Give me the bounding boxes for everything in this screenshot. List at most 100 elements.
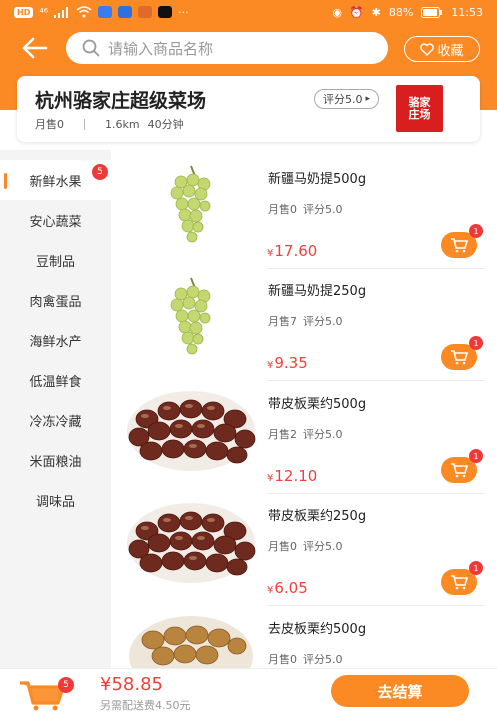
product-rating: 评分5.0 [303, 653, 343, 666]
store-rating-button[interactable]: 评分5.0 ▸ [314, 89, 380, 109]
cart-count-badge: 1 [469, 561, 483, 575]
product-rating: 评分5.0 [303, 315, 343, 328]
category-label: 豆制品 [35, 254, 75, 270]
wifi-icon [76, 6, 92, 18]
search-icon [82, 39, 100, 57]
product-meta: 月售0 评分5.0 [268, 538, 343, 554]
divider [84, 118, 85, 130]
product-sales: 月售0 [268, 653, 297, 666]
product-meta: 月售7 评分5.0 [268, 313, 343, 329]
store-distance: 1.6km [105, 117, 140, 131]
status-bar: HD ⁴⁶ ··· ◉ ⏰ ✱ 88% 11:53 [0, 0, 497, 24]
category-label: 肉禽蛋品 [29, 294, 82, 310]
product-item[interactable]: 新疆马奶提250g 月售7 评分5.0 ¥9.35 1 [111, 262, 497, 381]
cart-count-badge: 1 [469, 224, 483, 238]
bluetooth-icon: ✱ [371, 5, 381, 19]
product-rating: 评分5.0 [303, 428, 343, 441]
currency-symbol: ¥ [267, 585, 274, 596]
clock: 11:53 [451, 5, 483, 19]
nav-bar: 请输入商品名称 收藏 [0, 28, 497, 68]
chestnuts-image [127, 391, 256, 471]
cart-button[interactable]: 5 [18, 677, 74, 711]
grapes-image [170, 165, 211, 243]
category-item-frozen[interactable]: 冷冻冷藏 [0, 400, 111, 440]
add-to-cart-button[interactable]: 1 [441, 561, 483, 595]
currency-symbol: ¥ [267, 248, 274, 259]
signal-icon [54, 6, 69, 18]
category-label: 新鲜水果 [29, 174, 82, 190]
store-rating: 评分5.0 [323, 93, 363, 106]
tiktok-icon [158, 6, 173, 18]
bottom-bar: 5 ¥58.85 另需配送费4.50元 去结算 [0, 668, 497, 713]
product-price: ¥12.10 [267, 467, 317, 485]
currency-symbol: ¥ [267, 473, 274, 484]
product-item[interactable]: 带皮板栗约250g 月售0 评分5.0 ¥6.05 1 [111, 487, 497, 606]
product-name: 带皮板栗约250g [268, 509, 367, 524]
search-input[interactable]: 请输入商品名称 [66, 32, 388, 64]
cart-icon [451, 238, 468, 253]
currency-symbol: ¥ [267, 360, 274, 371]
store-card: 杭州骆家庄超级菜场 评分5.0 ▸ 月售0 1.6km 40分钟 骆家 庄场 [17, 76, 480, 142]
category-item-fresh-fruit[interactable]: 新鲜水果 5 [0, 160, 111, 200]
category-item-seasoning[interactable]: 调味品 [0, 480, 111, 520]
category-label: 米面粮油 [29, 454, 82, 470]
category-item-tofu[interactable]: 豆制品 [0, 240, 111, 280]
cart-icon [451, 463, 468, 478]
add-to-cart-button[interactable]: 1 [441, 449, 483, 483]
category-item-vegetables[interactable]: 安心蔬菜 [0, 200, 111, 240]
store-meta: 月售0 1.6km 40分钟 [35, 116, 184, 132]
alarm-icon: ⏰ [349, 5, 364, 19]
product-meta: 月售0 评分5.0 [268, 651, 343, 667]
battery-percent: 88% [388, 5, 414, 19]
category-sidebar: 新鲜水果 5 安心蔬菜 豆制品 肉禽蛋品 海鲜水产 低温鲜食 冷冻冷藏 米面粮油… [0, 150, 111, 668]
product-item[interactable]: 新疆马奶提500g 月售0 评分5.0 ¥17.60 1 [111, 150, 497, 269]
checkout-button[interactable]: 去结算 [331, 675, 469, 707]
add-to-cart-button[interactable]: 1 [441, 224, 483, 258]
heart-icon [420, 42, 435, 56]
cart-total: ¥58.85 [100, 674, 163, 695]
price-value: 12.10 [274, 467, 318, 485]
cart-total-badge: 5 [58, 677, 74, 693]
cart-icon [451, 575, 468, 590]
category-item-seafood[interactable]: 海鲜水产 [0, 320, 111, 360]
chevron-right-icon: ▸ [365, 94, 371, 104]
product-name: 带皮板栗约500g [268, 397, 367, 412]
sim-indicator: HD [14, 6, 34, 18]
battery-icon [421, 6, 443, 18]
cart-icon [451, 350, 468, 365]
app-notification-icon [118, 6, 133, 18]
app-notification-icon [98, 6, 113, 18]
category-item-meat-eggs[interactable]: 肉禽蛋品 [0, 280, 111, 320]
add-to-cart-button[interactable]: 1 [441, 336, 483, 370]
product-sales: 月售0 [268, 203, 297, 216]
app-notification-icon [138, 6, 153, 18]
product-price: ¥6.05 [267, 579, 308, 597]
product-rating: 评分5.0 [303, 540, 343, 553]
product-name: 新疆马奶提250g [268, 284, 367, 299]
category-item-chilled-food[interactable]: 低温鲜食 [0, 360, 111, 400]
favorite-button[interactable]: 收藏 [404, 36, 480, 62]
grapes-image [170, 277, 211, 355]
network-type: ⁴⁶ [39, 5, 49, 19]
store-name: 杭州骆家庄超级菜场 [35, 90, 207, 112]
product-name: 新疆马奶提500g [268, 172, 367, 187]
category-item-rice-oil[interactable]: 米面粮油 [0, 440, 111, 480]
peeled-chestnuts-image [129, 616, 253, 668]
back-arrow-icon[interactable] [20, 34, 50, 62]
product-sales: 月售0 [268, 540, 297, 553]
chestnuts-image [127, 503, 256, 583]
category-label: 冷冻冷藏 [29, 414, 82, 430]
product-item[interactable]: 带皮板栗约500g 月售2 评分5.0 ¥12.10 1 [111, 375, 497, 494]
price-value: 17.60 [274, 242, 318, 260]
product-item[interactable]: 去皮板栗约500g 月售0 评分5.0 [111, 600, 497, 668]
product-name: 去皮板栗约500g [268, 622, 367, 637]
product-rating: 评分5.0 [303, 203, 343, 216]
product-price: ¥17.60 [267, 242, 317, 260]
category-label: 海鲜水产 [29, 334, 82, 350]
cart-count-badge: 1 [469, 449, 483, 463]
more-notifications-icon: ··· [178, 5, 189, 19]
product-meta: 月售2 评分5.0 [268, 426, 343, 442]
product-list: 新疆马奶提500g 月售0 评分5.0 ¥17.60 1 新疆马奶提250g 月… [111, 150, 497, 668]
category-label: 安心蔬菜 [29, 214, 82, 230]
product-price: ¥9.35 [267, 354, 308, 372]
